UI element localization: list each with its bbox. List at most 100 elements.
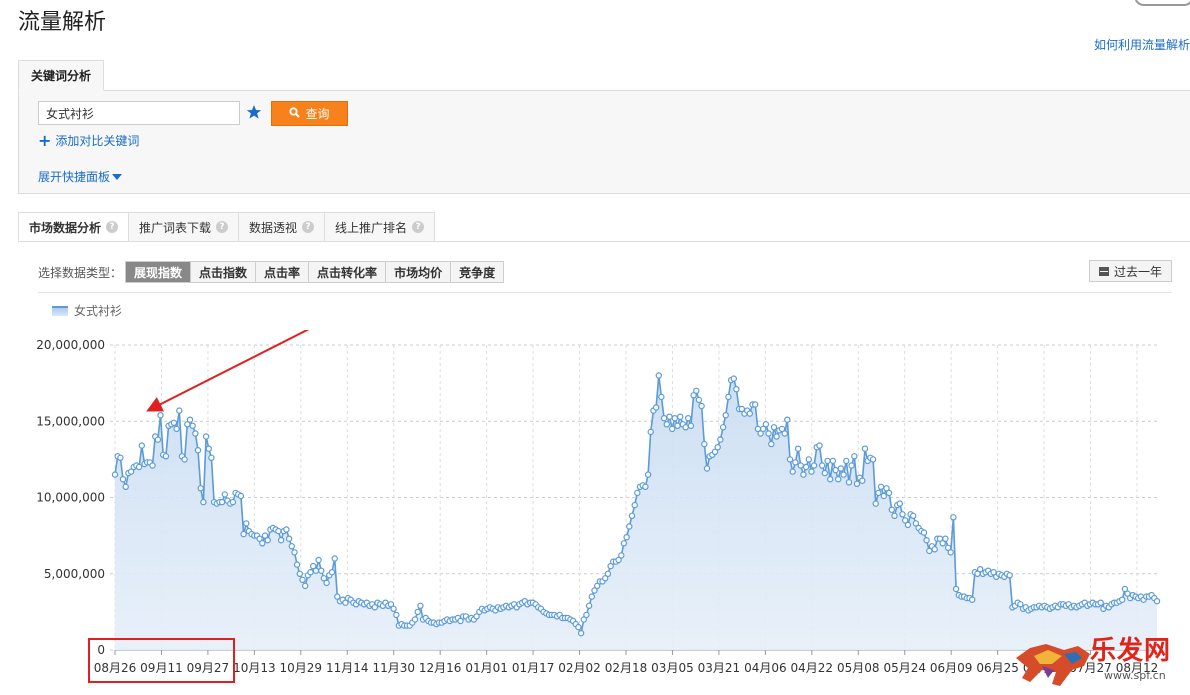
search-icon	[289, 106, 301, 121]
data-point	[122, 483, 129, 490]
data-point	[693, 387, 700, 395]
data-point	[208, 454, 215, 462]
data-point	[859, 477, 866, 484]
type-option-ctr[interactable]: 点击率	[256, 261, 310, 283]
x-tick-label: 01月17	[512, 661, 555, 675]
data-point	[952, 585, 960, 593]
data-point	[135, 463, 143, 471]
data-point	[891, 512, 898, 519]
x-tick-label: 02月02	[558, 661, 601, 675]
data-point	[762, 421, 770, 428]
data-point	[677, 413, 684, 420]
data-point	[910, 512, 917, 519]
data-point	[923, 536, 930, 544]
help-icon[interactable]: ?	[412, 221, 425, 233]
add-compare-keyword-link[interactable]: + 添加对比关键词	[38, 132, 139, 149]
x-tick-label: 06月09	[930, 661, 973, 675]
data-point	[687, 422, 695, 430]
tab-market-data[interactable]: 市场数据分析?	[18, 212, 130, 242]
data-point	[275, 527, 282, 535]
data-point	[837, 465, 845, 472]
watermark-url: www.spf.cn	[1104, 669, 1166, 682]
x-tick-label: 10月13	[233, 661, 276, 675]
data-point	[682, 424, 689, 431]
data-point	[229, 498, 237, 506]
data-point	[194, 446, 202, 454]
x-axis: 08月26 09月11 09月27 10月13 10月29 11月14 11月30 12月16…	[94, 649, 1158, 675]
watermark-text: 乐发网	[1090, 636, 1172, 666]
tab-online-ranking[interactable]: 线上推广排名?	[325, 212, 436, 242]
data-point	[685, 414, 692, 422]
data-point	[202, 433, 210, 440]
data-point	[786, 456, 794, 463]
tab-data-pivot[interactable]: 数据透视?	[239, 212, 326, 242]
data-point	[827, 475, 834, 483]
x-tick-label: 11月30	[372, 661, 415, 675]
data-point	[701, 440, 708, 448]
help-link[interactable]: 如何利用流量解析	[1094, 36, 1190, 53]
type-option-competition[interactable]: 竞争度	[451, 261, 505, 283]
type-option-avg-price[interactable]: 市场均价	[386, 261, 452, 283]
tab-label: 推广词表下载	[139, 220, 212, 235]
help-icon[interactable]: ?	[106, 221, 119, 233]
data-point	[154, 436, 162, 443]
annotation-box	[88, 638, 235, 683]
data-point	[189, 422, 196, 430]
data-point	[730, 375, 738, 382]
data-point	[328, 568, 336, 576]
data-point	[669, 425, 676, 433]
data-point	[291, 549, 298, 556]
data-point	[703, 465, 711, 472]
data-point	[848, 462, 855, 469]
data-point	[315, 556, 322, 564]
type-option-conversion[interactable]: 点击转化率	[309, 261, 387, 283]
data-point	[618, 552, 625, 559]
tab-keyword-analysis[interactable]: 关键词分析	[18, 60, 105, 91]
data-point	[797, 462, 804, 469]
keyword-input[interactable]	[38, 101, 240, 125]
data-type-selector: 展现指数 点击指数 点击率 点击转化率 市场均价 竞争度	[125, 261, 505, 283]
type-option-impression[interactable]: 展现指数	[125, 261, 192, 283]
data-point	[323, 579, 330, 587]
data-point	[259, 540, 266, 547]
help-icon[interactable]: ?	[216, 221, 229, 233]
data-point	[719, 424, 727, 431]
x-tick-label: 03月05	[651, 661, 694, 675]
data-point	[176, 407, 183, 414]
data-point	[714, 443, 721, 451]
query-button[interactable]: 查询	[271, 101, 348, 126]
data-point	[192, 430, 199, 437]
data-point	[888, 506, 896, 513]
tab-keyword-download[interactable]: 推广词表下载?	[129, 212, 240, 242]
analysis-tabs: 市场数据分析? 推广词表下载? 数据透视? 线上推广排名?	[18, 212, 436, 242]
data-point	[170, 419, 178, 427]
data-point	[186, 416, 194, 423]
data-point	[800, 471, 807, 478]
data-point	[277, 536, 285, 544]
data-point	[283, 526, 290, 533]
data-point	[861, 445, 869, 452]
data-point	[969, 596, 976, 603]
tabs-divider	[18, 241, 1190, 242]
data-point	[658, 393, 665, 401]
data-point	[824, 457, 831, 465]
x-tick-label: 05月08	[837, 661, 880, 675]
data-point	[628, 512, 636, 519]
expand-quick-panel-link[interactable]: 展开快捷面板	[38, 168, 123, 185]
data-point	[950, 514, 957, 521]
x-tick-label: 12月16	[419, 661, 462, 675]
period-button[interactable]: 过去一年	[1089, 260, 1172, 282]
y-tick-label: 5,000,000	[44, 567, 105, 581]
data-point	[819, 462, 826, 469]
data-point	[666, 413, 673, 420]
help-icon[interactable]: ?	[302, 221, 315, 233]
type-option-click-index[interactable]: 点击指数	[191, 261, 257, 283]
legend-label: 女式衬衫	[74, 304, 123, 318]
chart-legend[interactable]: 女式衬衫	[52, 302, 122, 319]
y-axis: 05,000,00010,000,00015,000,00020,000,000	[36, 338, 105, 657]
annotation-arrow	[146, 330, 310, 412]
data-point	[725, 393, 732, 401]
divider	[38, 292, 1172, 293]
star-icon[interactable]	[246, 104, 262, 120]
period-label: 过去一年	[1113, 264, 1162, 279]
